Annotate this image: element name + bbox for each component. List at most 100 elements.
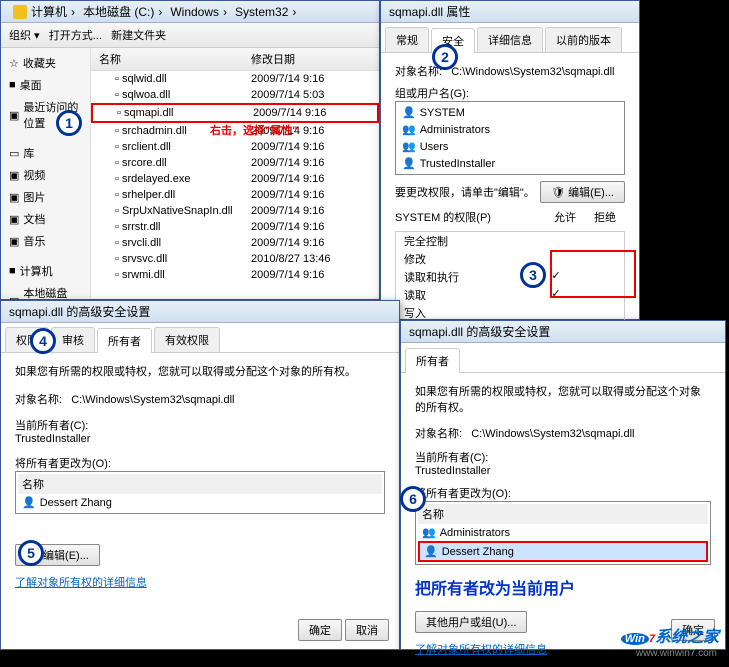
file-row[interactable]: ▫ srwmi.dll2009/7/14 9:16 (91, 267, 379, 283)
sidebar-music[interactable]: ▣ 音乐 (5, 230, 86, 252)
group-administrators[interactable]: 👥 Administrators (398, 121, 622, 138)
obj-value: C:\Windows\System32\sqmapi.dll (71, 394, 234, 406)
explorer-toolbar: 组织 ▾ 打开方式... 新建文件夹 (1, 23, 379, 48)
sidebar-favorites[interactable]: ☆ 收藏夹 (5, 52, 86, 74)
edit-hint: 要更改权限，请单击"编辑"。 (395, 184, 535, 200)
group-trustedinstaller[interactable]: 👤 TrustedInstaller (398, 155, 622, 172)
file-row[interactable]: ▫ sqlwoa.dll2009/7/14 5:03 (91, 87, 379, 103)
advsec-right-titlebar: sqmapi.dll 的高级安全设置 (401, 321, 725, 343)
group-users[interactable]: 👥 Users (398, 138, 622, 155)
explorer-titlebar: 计算机 › 本地磁盘 (C:) › Windows › System32 › (1, 1, 379, 23)
tab-audit[interactable]: 审核 (51, 327, 95, 352)
organize-menu[interactable]: 组织 (9, 30, 31, 42)
col-name: 名称 (91, 51, 251, 67)
edit-permissions-button[interactable]: 🛡 编辑(E)... (540, 181, 625, 203)
owner-panel-left: 如果您有所需的权限或特权，您就可以取得或分配这个对象的所有权。 对象名称: C:… (1, 353, 399, 600)
tab-previous[interactable]: 以前的版本 (545, 27, 622, 52)
group-system[interactable]: 👤 SYSTEM (398, 104, 622, 121)
file-row[interactable]: ▫ srvsvc.dll2010/8/27 13:46 (91, 251, 379, 267)
properties-titlebar: sqmapi.dll 属性 (381, 1, 639, 23)
obj-label-right: 对象名称: (415, 428, 462, 440)
tab-owner[interactable]: 所有者 (97, 328, 152, 353)
advsec-right-tabs: 所有者 (401, 343, 725, 373)
file-row[interactable]: ▫ sqmapi.dll2009/7/14 9:16 (91, 103, 379, 123)
learn-ownership-link-right[interactable]: 了解对象所有权的详细信息 (415, 644, 547, 656)
step-5-badge: 5 (18, 540, 44, 566)
file-row[interactable]: ▫ srcore.dll2009/7/14 9:16 (91, 155, 379, 171)
cancel-button-left[interactable]: 取消 (345, 619, 389, 641)
advanced-button-highlight (550, 250, 636, 298)
current-owner-value: TrustedInstaller (15, 433, 385, 445)
owner-option-user[interactable]: 👤 Dessert Zhang (18, 494, 382, 511)
deny-header: 拒绝 (585, 209, 625, 225)
step-3-badge: 3 (520, 262, 546, 288)
object-name-value: C:\Windows\System32\sqmapi.dll (451, 66, 614, 78)
groups-listbox[interactable]: 👤 SYSTEM 👥 Administrators 👥 Users 👤 Trus… (395, 101, 625, 175)
change-owner-label-right: 将所有者更改为(O): (415, 485, 711, 501)
owner-option-admins[interactable]: 👥 Administrators (418, 524, 708, 541)
sidebar-pictures[interactable]: ▣ 图片 (5, 186, 86, 208)
advsec-left-titlebar: sqmapi.dll 的高级安全设置 (1, 301, 399, 323)
file-row[interactable]: ▫ srvcli.dll2009/7/14 9:16 (91, 235, 379, 251)
sidebar-computer[interactable]: ■ 计算机 (5, 260, 86, 282)
obj-value-right: C:\Windows\System32\sqmapi.dll (471, 428, 634, 440)
file-list-header[interactable]: 名称 修改日期 (91, 48, 379, 71)
current-owner-label-right: 当前所有者(C): (415, 449, 711, 465)
step-1-badge: 1 (56, 110, 82, 136)
tab-owner-right[interactable]: 所有者 (405, 348, 460, 373)
change-owner-annotation: 把所有者改为当前用户 (415, 575, 711, 599)
other-users-button[interactable]: 其他用户或组(U)... (415, 611, 527, 633)
properties-tabs: 常规 安全 详细信息 以前的版本 (381, 23, 639, 53)
file-list: 名称 修改日期 ▫ sqlwid.dll2009/7/14 9:16▫ sqlw… (91, 48, 379, 298)
owner-name-header-right: 名称 (418, 504, 708, 524)
watermark-url: www.winwin7.com (636, 648, 717, 659)
sidebar-documents[interactable]: ▣ 文档 (5, 208, 86, 230)
tab-effective[interactable]: 有效权限 (154, 327, 220, 352)
explorer-window: 计算机 › 本地磁盘 (C:) › Windows › System32 › 组… (0, 0, 380, 300)
advanced-security-left: sqmapi.dll 的高级安全设置 权限 审核 所有者 有效权限 如果您有所需… (0, 300, 400, 650)
explorer-sidebar: ☆ 收藏夹 ■ 桌面 ▣ 最近访问的位置 ▭ 库 ▣ 视频 ▣ 图片 ▣ 文档 … (1, 48, 91, 298)
owner-hint: 如果您有所需的权限或特权，您就可以取得或分配这个对象的所有权。 (15, 363, 385, 379)
learn-ownership-link[interactable]: 了解对象所有权的详细信息 (15, 577, 147, 589)
tab-details[interactable]: 详细信息 (477, 27, 543, 52)
file-row[interactable]: ▫ sqlwid.dll2009/7/14 9:16 (91, 71, 379, 87)
advsec-left-tabs: 权限 审核 所有者 有效权限 (1, 323, 399, 353)
breadcrumb-computer[interactable]: 计算机 › (9, 3, 79, 20)
watermark-brand: Win7Win7系统之家系统之家 (621, 623, 719, 647)
file-row[interactable]: ▫ srrstr.dll2009/7/14 9:16 (91, 219, 379, 235)
file-row[interactable]: ▫ srdelayed.exe2009/7/14 9:16 (91, 171, 379, 187)
object-name-label: 对象名称: (395, 66, 442, 78)
computer-icon (13, 5, 27, 19)
file-row[interactable]: ▫ SrpUxNativeSnapIn.dll2009/7/14 9:16 (91, 203, 379, 219)
file-row[interactable]: ▫ srclient.dll2009/7/14 9:16 (91, 139, 379, 155)
change-owner-label: 将所有者更改为(O): (15, 455, 385, 471)
perm-for-label: SYSTEM 的权限(P) (395, 209, 545, 225)
ok-button-left[interactable]: 确定 (298, 619, 342, 641)
allow-header: 允许 (545, 209, 585, 225)
owner-hint-right: 如果您有所需的权限或特权，您就可以取得或分配这个对象的所有权。 (415, 383, 711, 415)
step-2-badge: 2 (432, 44, 458, 70)
openwith-menu[interactable]: 打开方式... (49, 30, 102, 42)
owner-listbox-right[interactable]: 名称 👥 Administrators 👤 Dessert Zhang (415, 501, 711, 565)
current-owner-label: 当前所有者(C): (15, 417, 385, 433)
context-menu-annotation: 右击，选择"属性" (210, 122, 297, 138)
owner-listbox-left[interactable]: 名称 👤 Dessert Zhang (15, 471, 385, 514)
step-4-badge: 4 (30, 328, 56, 354)
sidebar-desktop[interactable]: ■ 桌面 (5, 74, 86, 96)
current-owner-value-right: TrustedInstaller (415, 465, 711, 477)
tab-general[interactable]: 常规 (385, 27, 429, 52)
breadcrumb-system32[interactable]: System32 › (231, 5, 300, 19)
newfolder-btn[interactable]: 新建文件夹 (111, 30, 166, 42)
advanced-security-right: sqmapi.dll 的高级安全设置 所有者 如果您有所需的权限或特权，您就可以… (400, 320, 726, 650)
owner-option-current-user[interactable]: 👤 Dessert Zhang (418, 541, 708, 562)
step-6-badge: 6 (400, 486, 426, 512)
file-row[interactable]: ▫ srhelper.dll2009/7/14 9:16 (91, 187, 379, 203)
sidebar-videos[interactable]: ▣ 视频 (5, 164, 86, 186)
breadcrumb-windows[interactable]: Windows › (166, 5, 231, 19)
sidebar-libraries[interactable]: ▭ 库 (5, 142, 86, 164)
groups-label: 组或用户名(G): (395, 85, 625, 101)
obj-label: 对象名称: (15, 394, 62, 406)
col-date: 修改日期 (251, 51, 295, 67)
breadcrumb-disk[interactable]: 本地磁盘 (C:) › (79, 3, 166, 20)
owner-name-header: 名称 (18, 474, 382, 494)
